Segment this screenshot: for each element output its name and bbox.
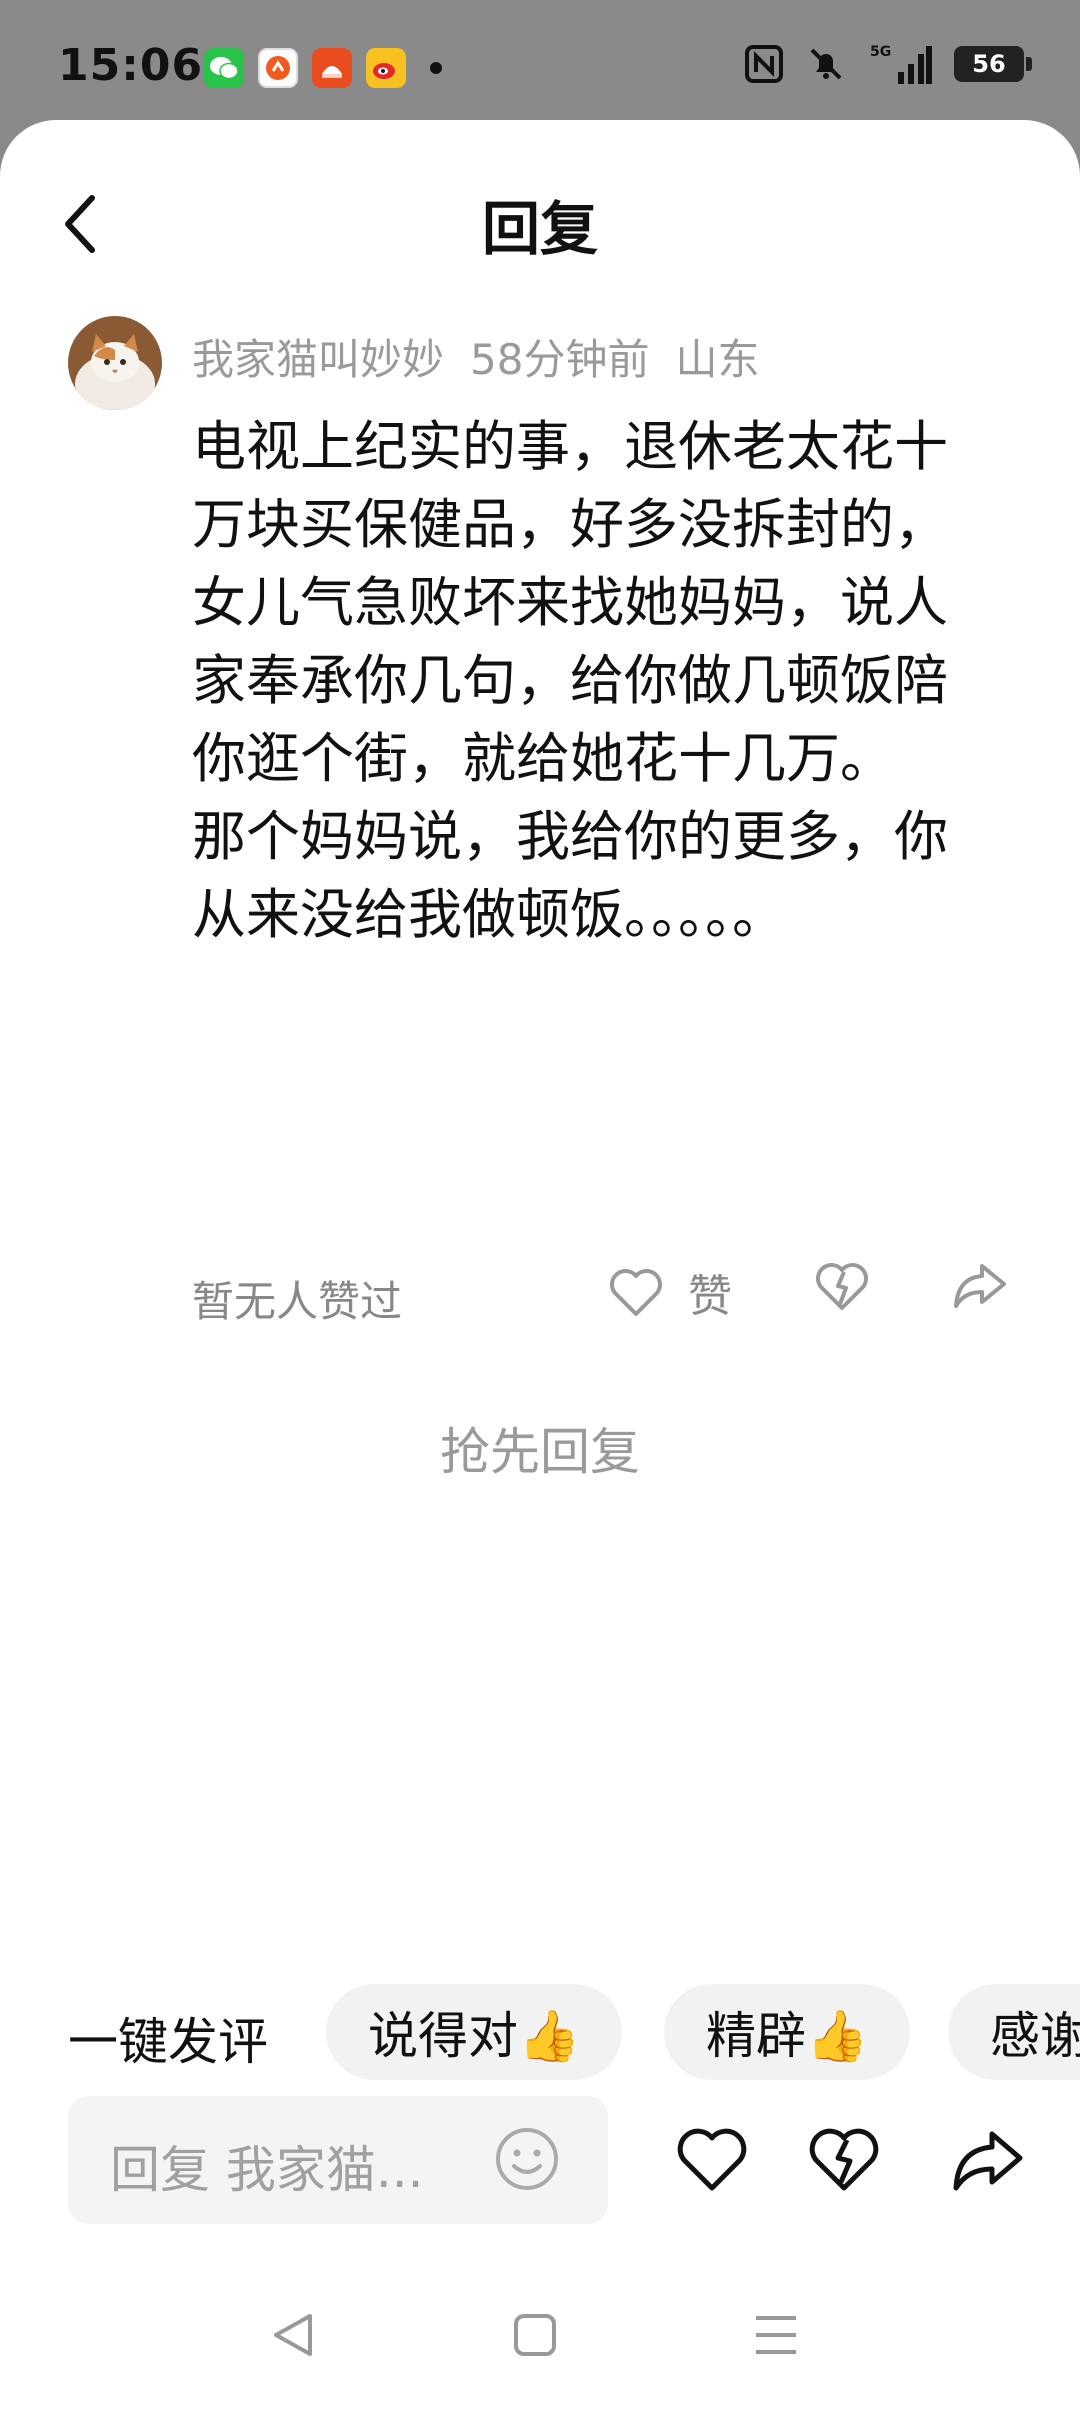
mute-bell-icon [806,42,846,86]
nav-recents-button[interactable] [752,2312,800,2362]
app-icon-orange [258,48,298,88]
smiley-icon [496,2128,558,2190]
heart-icon [610,1269,662,1316]
nfc-icon [744,42,784,86]
weibo-icon [366,48,406,88]
share-arrow-icon [954,1264,1006,1308]
status-indicators: 5G 56 [744,42,1032,86]
nav-back-button[interactable] [268,2310,318,2364]
like-label: 赞 [688,1271,732,1322]
quick-reply-bar: 一键发评 说得对👍 精辟👍 感谢 [0,1982,1080,2082]
comment-meta: 我家猫叫妙妙 58分钟前 山东 [192,326,785,387]
first-reply-prompt[interactable]: 抢先回复 [0,1412,1080,1484]
share-button[interactable] [950,1260,1008,1316]
system-nav-bar [0,2290,1080,2410]
author-name[interactable]: 我家猫叫妙妙 [192,335,444,384]
menu-lines-icon [756,2316,796,2354]
quick-reply-chip[interactable]: 说得对👍 [326,1984,623,2080]
app-icon-red [312,48,352,88]
status-bar: 15:06 5G 56 [0,0,1080,120]
reply-sheet: 回复 我家猫叫妙妙 58分钟前 山东 电视上纪实的事，退休老太花十万块买保健品，好多… [0,120,1080,2412]
nav-home-button[interactable] [512,2312,558,2362]
broken-heart-icon [816,1263,868,1310]
wechat-icon [204,48,244,88]
reply-input[interactable]: 回复 我家猫... [68,2096,608,2224]
avatar[interactable] [68,316,162,410]
comment-location: 山东 [675,335,760,384]
comment-actions: 暂无人赞过 赞 [0,1260,1080,1340]
reply-placeholder: 回复 我家猫... [110,2141,424,2199]
bottom-dislike-button[interactable] [808,2126,880,2198]
broken-heart-icon [809,2128,879,2191]
likes-status: 暂无人赞过 [192,1277,403,1326]
more-notifications-dot [430,62,442,74]
emoji-button[interactable] [494,2126,560,2196]
battery-indicator: 56 [954,46,1032,82]
reply-input-bar: 回复 我家猫... [0,2096,1080,2226]
bottom-like-button[interactable] [676,2126,748,2198]
bottom-share-button[interactable] [950,2126,1024,2198]
svg-text:5G: 5G [870,44,891,60]
comment-text: 电视上纪实的事，退休老太花十万块买保健品，好多没拆封的，女儿气急败坏来找她妈妈，… [192,415,948,946]
quick-reply-chip[interactable]: 感谢 [948,1984,1080,2080]
header: 回复 [0,120,1080,320]
status-time: 15:06 [58,40,204,91]
quick-reply-chip[interactable]: 精辟👍 [664,1984,911,2080]
heart-icon [677,2128,747,2191]
triangle-back-icon [274,2314,312,2356]
square-home-icon [514,2314,556,2356]
comment-time: 58分钟前 [470,335,650,384]
like-button[interactable]: 赞 [608,1260,732,1324]
signal-5g-icon: 5G [868,42,932,86]
page-title: 回复 [481,195,598,263]
dislike-button[interactable] [814,1260,870,1316]
quick-reply-label: 一键发评 [68,2013,268,2071]
notification-icons [204,48,442,88]
share-arrow-icon [953,2131,1023,2191]
